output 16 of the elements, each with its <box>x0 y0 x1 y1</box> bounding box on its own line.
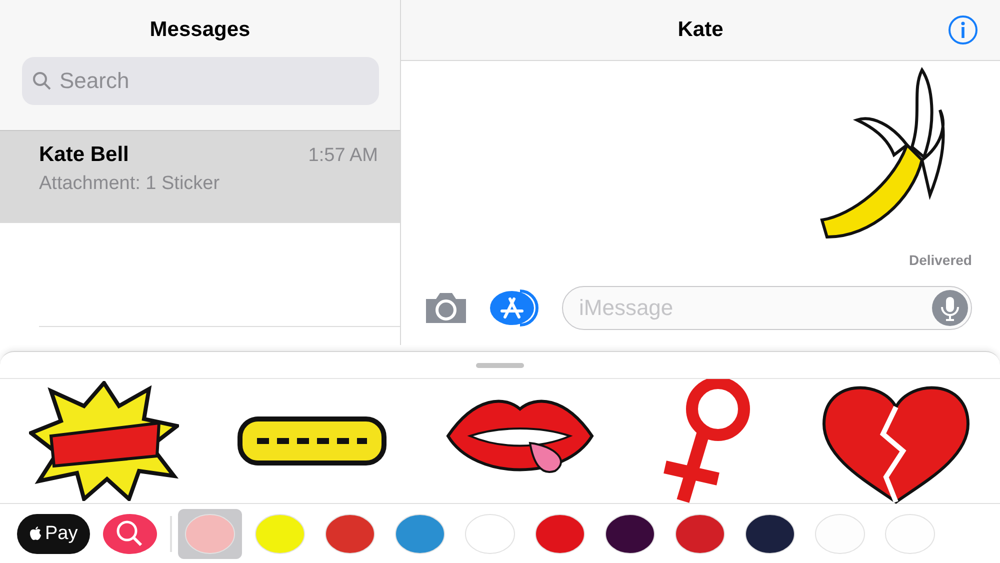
app-store-icon[interactable] <box>490 288 540 326</box>
delivery-status: Delivered <box>908 252 972 268</box>
microphone-icon[interactable] <box>932 290 968 326</box>
apple-icon <box>29 526 42 541</box>
list-title: Messages <box>150 18 250 42</box>
chat-title: Kate <box>678 18 724 42</box>
apple-pay-button[interactable]: Pay <box>17 514 90 554</box>
message-time: 1:57 AM <box>308 145 378 167</box>
camera-icon[interactable] <box>424 290 468 324</box>
message-preview: Attachment: 1 Sticker <box>39 173 221 195</box>
conversation-row[interactable]: Kate Bell 1:57 AM Attachment: 1 Sticker <box>0 131 400 223</box>
starburst-sticker-drawing[interactable] <box>29 381 179 501</box>
search-field[interactable]: Search <box>22 57 378 105</box>
info-icon[interactable] <box>948 15 978 45</box>
contact-name: Kate Bell <box>39 143 129 167</box>
drag-handle[interactable] <box>476 362 524 368</box>
